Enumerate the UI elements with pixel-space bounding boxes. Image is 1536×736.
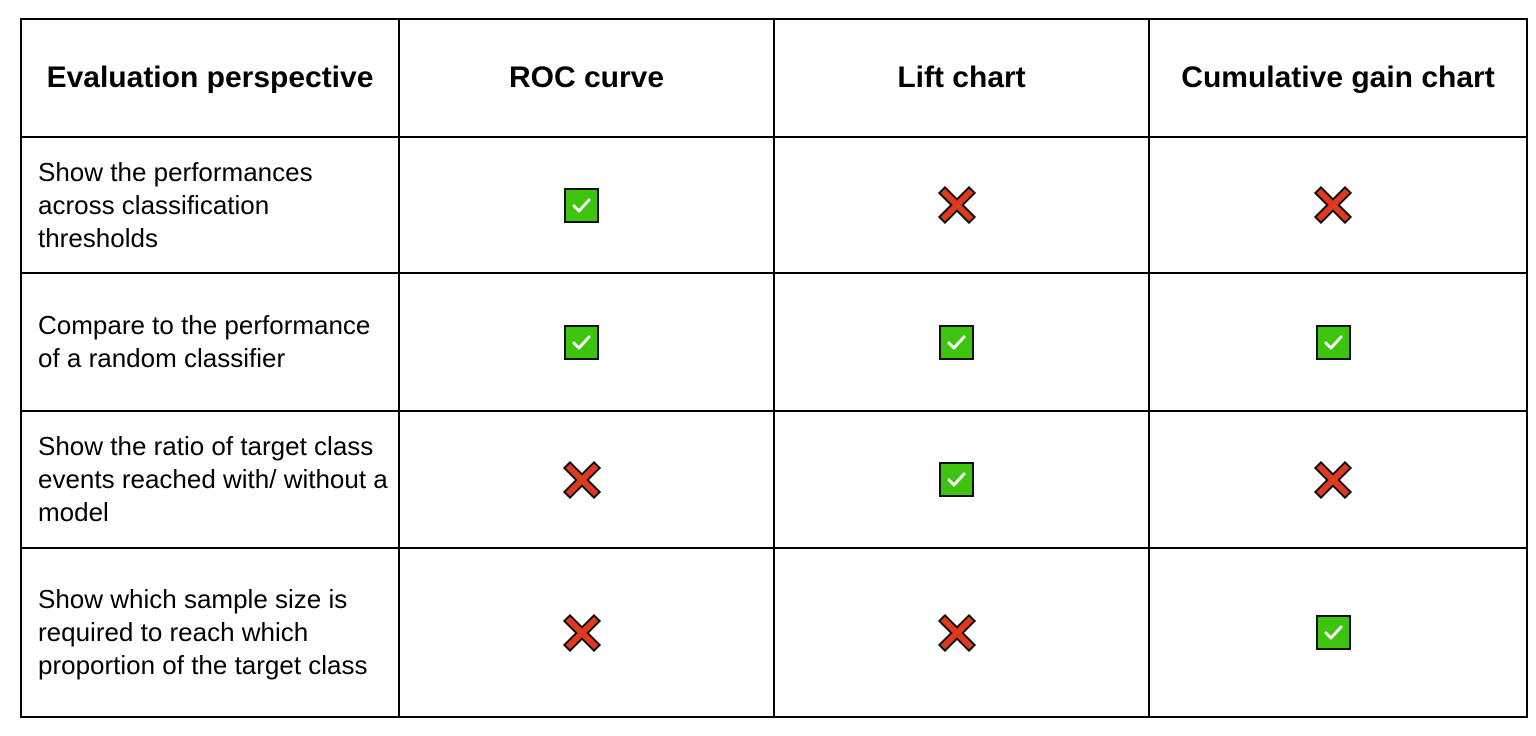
checkmark-icon xyxy=(564,187,599,223)
header-roc-curve: ROC curve xyxy=(398,18,775,138)
table-row: Show which sample size is required to re… xyxy=(20,547,1528,718)
cross-icon xyxy=(562,613,601,652)
cell-lift-chart xyxy=(773,136,1150,274)
cross-icon xyxy=(937,613,976,652)
cross-icon xyxy=(562,460,601,499)
cross-icon xyxy=(1314,460,1352,499)
cell-roc-curve xyxy=(398,410,775,549)
cell-cumulative-gain-chart xyxy=(1148,547,1528,718)
header-row: Evaluation perspective ROC curve Lift ch… xyxy=(20,18,1528,138)
checkmark-icon xyxy=(939,324,974,360)
header-evaluation-perspective: Evaluation perspective xyxy=(20,18,400,138)
cell-roc-curve xyxy=(398,272,775,412)
checkmark-icon xyxy=(1315,615,1351,650)
cell-lift-chart xyxy=(773,272,1150,412)
cell-lift-chart xyxy=(773,410,1150,549)
row-label: Compare to the performance of a random c… xyxy=(20,272,400,412)
cell-cumulative-gain-chart xyxy=(1148,410,1528,549)
cross-icon xyxy=(937,186,976,224)
table-row: Show the ratio of target class events re… xyxy=(20,410,1528,549)
evaluation-comparison-table: Evaluation perspective ROC curve Lift ch… xyxy=(20,18,1528,718)
checkmark-icon xyxy=(1315,324,1351,360)
table-row: Show the performances across classificat… xyxy=(20,136,1528,274)
cell-roc-curve xyxy=(398,547,775,718)
row-label: Show the performances across classificat… xyxy=(20,136,400,274)
header-cumulative-gain-chart: Cumulative gain chart xyxy=(1148,18,1528,138)
checkmark-icon xyxy=(564,324,599,360)
row-label: Show which sample size is required to re… xyxy=(20,547,400,718)
table-row: Compare to the performance of a random c… xyxy=(20,272,1528,412)
cell-cumulative-gain-chart xyxy=(1148,272,1528,412)
cross-icon xyxy=(1314,186,1352,224)
checkmark-icon xyxy=(939,462,974,497)
row-label: Show the ratio of target class events re… xyxy=(20,410,400,549)
cell-roc-curve xyxy=(398,136,775,274)
cell-cumulative-gain-chart xyxy=(1148,136,1528,274)
cell-lift-chart xyxy=(773,547,1150,718)
header-lift-chart: Lift chart xyxy=(773,18,1150,138)
